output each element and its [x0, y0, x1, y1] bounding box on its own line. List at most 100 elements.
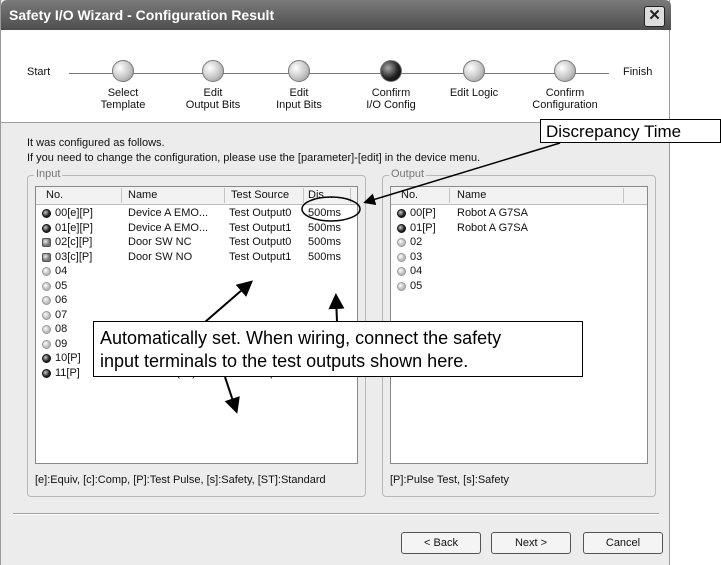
step-4-indicator-icon	[380, 60, 402, 82]
io-status-icon	[42, 209, 51, 218]
discrepancy-time-callout: Discrepancy Time	[540, 119, 721, 143]
cell-no: 05	[410, 279, 423, 292]
cancel-button[interactable]: Cancel	[583, 532, 663, 554]
auto-set-line-1: Automatically set. When wiring, connect …	[100, 328, 502, 348]
step-label-line-1: Edit	[203, 87, 223, 99]
cell-dis: 500ms	[308, 221, 342, 234]
wizard-steps: Start Finish Select Template Edit Output Bi…	[1, 30, 669, 123]
cell-name: Device A EMO...	[128, 207, 209, 219]
table-row[interactable]: 02[c][P] Door SW NC Test Output0 500ms	[36, 235, 357, 249]
cell-no: 10[P]	[55, 352, 81, 364]
cell-no: 03	[410, 250, 423, 263]
step-5-indicator-icon	[463, 60, 485, 82]
cell-no: 04	[55, 265, 68, 277]
table-row[interactable]: 05	[36, 279, 357, 293]
cell-dis: 500ms	[308, 250, 342, 263]
next-button[interactable]: Next >	[491, 532, 571, 554]
step-label-line-2: Output Bits	[185, 99, 241, 111]
column-separator[interactable]	[350, 188, 351, 203]
cell-src: Test Output0	[229, 207, 292, 219]
io-status-icon	[42, 368, 51, 378]
wizard-window: Safety I/O Wizard - Configuration Result…	[0, 0, 671, 565]
column-separator[interactable]	[121, 188, 122, 203]
step-label-line-2: I/O Config	[366, 99, 416, 111]
cell-no: 00[e][P]	[55, 207, 93, 219]
input-col-discrepancy[interactable]: Dis...	[308, 189, 333, 201]
cell-name: Robot A G7SA	[457, 207, 528, 219]
info-line-1: It was configured as follows.	[27, 137, 165, 149]
input-col-name[interactable]: Name	[128, 189, 157, 201]
step-label-line-1: Confirm	[371, 87, 411, 99]
cell-no: 05	[55, 279, 68, 292]
io-status-icon	[42, 354, 51, 363]
auto-set-callout: Automatically set. When wiring, connect …	[93, 321, 583, 377]
step-6-indicator-icon	[554, 60, 576, 82]
table-row[interactable]: 00[e][P] Device A EMO... Test Output0 500ms	[36, 206, 357, 220]
table-row[interactable]: 01[e][P] Device A EMO... Test Output1 500ms	[36, 221, 357, 235]
cell-src: Test Output1	[229, 250, 292, 263]
step-1-label: Select Template	[78, 87, 168, 111]
cell-no: 00[P]	[410, 207, 436, 219]
cell-no: 11[P]	[55, 366, 80, 379]
cell-no: 08	[55, 323, 68, 335]
io-status-icon	[42, 252, 51, 262]
table-row[interactable]: 06	[36, 293, 357, 307]
step-label-line-2: Template	[100, 99, 146, 111]
column-separator[interactable]	[303, 188, 304, 203]
cell-no: 09	[55, 337, 68, 350]
cell-no: 06	[55, 294, 68, 306]
table-row[interactable]: 01[P] Robot A G7SA	[391, 221, 647, 235]
output-col-no[interactable]: No.	[401, 189, 418, 201]
step-progress-line	[69, 73, 609, 74]
step-3-label: Edit Input Bits	[254, 87, 344, 111]
table-row[interactable]: 02	[391, 235, 647, 249]
step-6-label: Confirm Configuration	[520, 87, 610, 111]
io-status-icon	[397, 238, 406, 247]
step-2-indicator-icon	[202, 60, 224, 82]
auto-set-line-2: input terminals to the test outputs show…	[100, 351, 469, 371]
cell-no: 02[c][P]	[55, 236, 93, 248]
output-group-title: Output	[389, 168, 427, 180]
column-separator[interactable]	[623, 188, 624, 203]
io-status-icon	[42, 296, 51, 305]
table-row[interactable]: 03	[391, 250, 647, 264]
table-row[interactable]: 03[c][P] Door SW NO Test Output1 500ms	[36, 250, 357, 264]
cell-name: Robot A G7SA	[457, 221, 528, 234]
io-status-icon	[397, 209, 406, 218]
cell-no: 04	[410, 265, 423, 277]
cell-name: Door SW NC	[128, 236, 192, 248]
input-col-test-source[interactable]: Test Source	[231, 189, 289, 201]
column-separator[interactable]	[224, 188, 225, 203]
input-group-title: Input	[34, 168, 63, 180]
io-status-icon	[42, 310, 51, 320]
cell-name: Device A EMO...	[128, 221, 209, 234]
close-button[interactable]: ✕	[644, 6, 665, 27]
cell-dis: 500ms	[308, 236, 342, 248]
table-row[interactable]: 07	[36, 308, 357, 322]
table-row[interactable]: 04	[36, 264, 357, 278]
step-label-line-1: Select	[107, 87, 139, 99]
table-row[interactable]: 04	[391, 264, 647, 278]
output-list-header: No. Name	[391, 187, 647, 205]
column-separator[interactable]	[449, 188, 450, 203]
io-status-icon	[42, 267, 51, 276]
io-status-icon	[42, 238, 51, 247]
table-row[interactable]: 00[P] Robot A G7SA	[391, 206, 647, 220]
step-4-label: Confirm I/O Config	[346, 87, 436, 111]
io-status-icon	[42, 339, 51, 349]
window-title: Safety I/O Wizard - Configuration Result	[9, 7, 275, 23]
step-label-line-1: Edit	[289, 87, 309, 99]
step-label-line-2: Input Bits	[276, 99, 322, 111]
input-col-no[interactable]: No.	[46, 189, 63, 201]
cell-no: 02	[410, 236, 423, 248]
cell-src: Test Output0	[229, 236, 292, 248]
step-1-indicator-icon	[112, 60, 134, 82]
input-list-header: No. Name Test Source Dis...	[36, 187, 357, 205]
cell-no: 07	[55, 308, 68, 321]
table-row[interactable]: 05	[391, 279, 647, 293]
io-status-icon	[397, 281, 406, 291]
back-button[interactable]: < Back	[401, 532, 481, 554]
output-col-name[interactable]: Name	[457, 189, 486, 201]
step-label-line-1: Edit Logic	[449, 87, 499, 99]
cell-no: 01[e][P]	[55, 221, 93, 234]
